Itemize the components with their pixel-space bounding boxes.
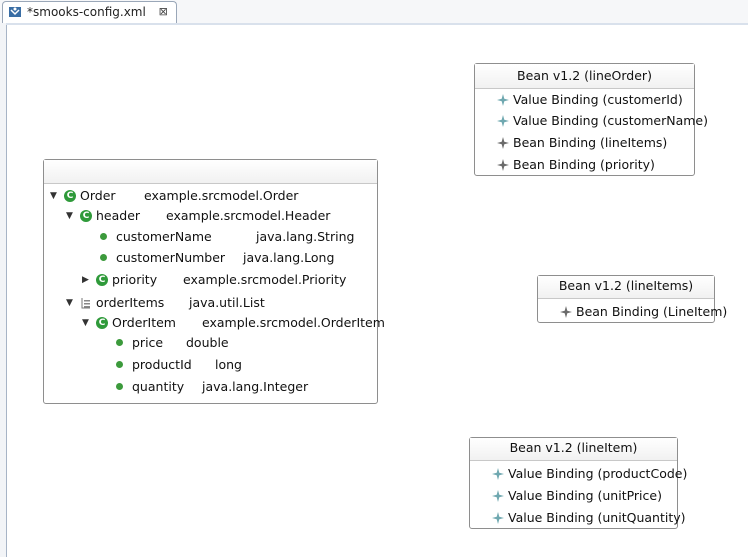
editor-tab-title: *smooks-config.xml [27,5,146,19]
class-icon: C [80,209,92,222]
binding-customerid[interactable]: Value Binding (customerId) [497,90,683,110]
binding-lineitems[interactable]: Bean Binding (lineItems) [497,133,667,153]
tree-row-type: java.lang.String [256,229,355,244]
tree-row-type: example.srcmodel.Header [166,208,331,223]
binding-productcode[interactable]: Value Binding (productCode) [492,464,687,484]
value-binding-icon [497,114,509,127]
expand-right-icon[interactable]: ▶ [82,270,92,290]
editor-top-border [6,23,748,25]
value-binding-icon [492,489,504,502]
class-icon: C [96,316,108,329]
field-icon [100,254,107,261]
class-icon: C [96,273,108,286]
smooks-config-icon [9,7,21,17]
tree-row-name: customerName [116,229,212,244]
expand-down-icon[interactable]: ▼ [50,186,60,206]
value-binding-icon [497,93,509,106]
editor-tab-bar: *smooks-config.xml ⊠ [0,0,748,24]
tree-row-name: orderItems [96,295,165,310]
tree-row-type: java.lang.Integer [202,379,309,394]
tree-row-name: quantity [132,379,185,394]
expand-down-icon[interactable]: ▼ [66,206,76,226]
value-binding-icon [492,511,504,524]
expand-down-icon[interactable]: ▼ [82,313,92,333]
binding-label: Bean Binding (lineItems) [513,135,668,150]
tree-row-type: long [215,357,242,372]
bean-line-order-box[interactable]: Bean v1.2 (lineOrder) Value Binding (cus… [474,63,708,176]
tree-row-orderitems[interactable]: ▼ orderItems [66,293,164,313]
tree-row-customernumber[interactable]: customerNumber [100,248,225,268]
source-model-box[interactable]: ▼ C Order example.srcmodel.Order ▼ Cheader … [43,159,385,404]
binding-label: Bean Binding (LineItem) [576,304,728,319]
tree-row-order[interactable]: ▼ C Order [50,186,116,206]
bean-binding-icon [560,305,572,318]
source-model-header [44,160,377,184]
binding-priority[interactable]: Bean Binding (priority) [497,155,655,175]
tree-row-type: double [186,335,229,350]
tree-row-name: header [96,208,141,223]
tree-row-orderitem[interactable]: ▼ C OrderItem [82,313,176,333]
binding-label: Value Binding (unitPrice) [508,488,662,503]
binding-label: Value Binding (unitQuantity) [508,510,686,525]
binding-label: Value Binding (customerId) [513,92,683,107]
list-icon [81,297,90,308]
binding-lineitem[interactable]: Bean Binding (LineItem) [560,302,727,322]
class-icon: C [64,189,76,202]
bean-title: Bean v1.2 (lineItems) [538,276,714,299]
editor-tab-smooks-config[interactable]: *smooks-config.xml ⊠ [2,1,177,23]
tree-row-type: example.srcmodel.Order [144,188,299,203]
tree-row-name: OrderItem [112,315,176,330]
tree-row-type: example.srcmodel.Priority [183,272,347,287]
tree-row-name: productId [132,357,192,372]
tree-row-name: price [132,335,164,350]
binding-unitquantity[interactable]: Value Binding (unitQuantity) [492,508,686,528]
field-icon [116,339,123,346]
editor-left-border [0,23,7,557]
tree-row-name: Order [80,188,116,203]
bean-title: Bean v1.2 (lineItem) [470,438,677,461]
value-binding-icon [492,467,504,480]
tree-row-quantity[interactable]: quantity [116,377,184,397]
tree-row-price[interactable]: price [116,333,163,353]
bean-line-items-box[interactable]: Bean v1.2 (lineItems) Bean Binding (Line… [537,275,727,323]
close-icon[interactable]: ⊠ [159,2,168,22]
bean-title: Bean v1.2 (lineOrder) [475,64,694,89]
tree-row-name: priority [112,272,158,287]
field-icon [116,383,123,390]
binding-unitprice[interactable]: Value Binding (unitPrice) [492,486,662,506]
bean-line-item-box[interactable]: Bean v1.2 (lineItem) Value Binding (prod… [469,437,687,529]
binding-label: Value Binding (customerName) [513,113,709,128]
expand-down-icon[interactable]: ▼ [66,293,76,313]
tree-row-name: customerNumber [116,250,226,265]
binding-label: Value Binding (productCode) [508,466,688,481]
binding-label: Bean Binding (priority) [513,157,655,172]
bean-binding-icon [497,158,509,171]
tree-row-productid[interactable]: productId [116,355,192,375]
tree-row-type: java.util.List [189,295,265,310]
tree-row-type: java.lang.Long [243,250,335,265]
tree-row-header[interactable]: ▼ Cheader [66,206,140,226]
bean-binding-icon [497,136,509,149]
tree-row-priority[interactable]: ▶ Cpriority [82,270,157,290]
tree-row-customername[interactable]: customerName [100,227,212,247]
binding-customername[interactable]: Value Binding (customerName) [497,111,708,131]
field-icon [116,361,123,368]
field-icon [100,233,107,240]
tree-row-type: example.srcmodel.OrderItem [202,315,385,330]
